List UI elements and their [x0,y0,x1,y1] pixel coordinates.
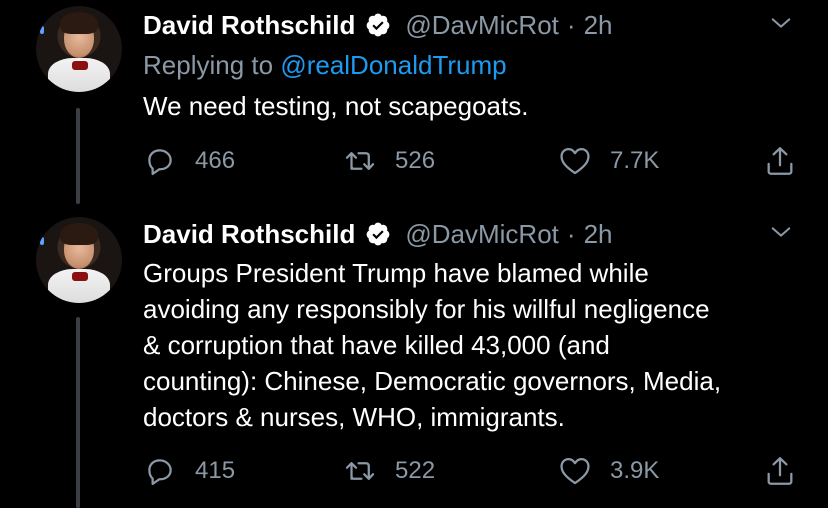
tweet-text: We need testing, not scapegoats. [143,88,793,124]
retweet-button[interactable]: 526 [343,141,435,181]
share-icon [767,457,793,485]
author-handle[interactable]: @DavMicRot [405,10,559,40]
reply-button[interactable]: 415 [143,451,235,491]
action-bar: 466 526 7.7K [143,141,803,181]
like-button[interactable]: 3.9K [558,451,659,491]
tweet[interactable]: David Rothschild @DavMicRot · 2h Replyin… [0,0,828,204]
avatar[interactable] [36,217,122,303]
like-button[interactable]: 7.7K [558,141,659,181]
share-button[interactable] [763,451,797,491]
action-bar: 415 522 3.9K [143,451,803,491]
author-name[interactable]: David Rothschild [143,219,355,249]
replying-prefix: Replying to [143,50,281,80]
avatar[interactable] [36,6,122,92]
tweet-header: David Rothschild @DavMicRot · 2h [143,10,612,40]
chevron-down-icon[interactable] [770,221,792,243]
like-count: 7.7K [610,147,660,174]
timestamp[interactable]: 2h [584,10,613,40]
replying-to: Replying to @realDonaldTrump [143,50,507,80]
tweet-header: David Rothschild @DavMicRot · 2h [143,219,612,249]
reply-count: 415 [195,457,236,484]
tweet-text-line: counting): Chinese, Democratic governors… [143,366,722,396]
retweet-icon [345,152,375,170]
reply-icon [148,149,172,176]
like-count: 3.9K [610,457,660,484]
tweet-text-line: avoiding any responsibly for his willful… [143,294,710,324]
retweet-icon [345,462,375,480]
retweet-count: 526 [395,147,436,174]
reply-button[interactable]: 466 [143,141,235,181]
chevron-down-icon[interactable] [770,12,792,34]
tweet-text-line: doctors & nurses, WHO, immigrants. [143,402,565,432]
reply-icon [148,459,172,486]
separator-dot: · [566,10,576,40]
verified-badge-icon [366,222,390,246]
heart-icon [560,457,590,485]
tweet-text: Groups President Trump have blamed while… [143,255,793,435]
separator-dot: · [566,219,576,249]
retweet-button[interactable]: 522 [343,451,435,491]
reply-count: 466 [195,147,236,174]
tweet-text-line: & corruption that have killed 43,000 (an… [143,330,610,360]
tweet[interactable]: David Rothschild @DavMicRot · 2h Groups … [0,205,828,508]
verified-badge-icon [366,13,390,37]
timestamp[interactable]: 2h [584,219,613,249]
share-icon [767,147,793,175]
heart-icon [560,147,590,175]
thread-line [76,108,80,204]
author-handle[interactable]: @DavMicRot [405,219,559,249]
tweet-text-line: We need testing, not scapegoats. [143,91,529,121]
author-name[interactable]: David Rothschild [143,10,355,40]
thread-line [76,317,80,508]
retweet-count: 522 [395,457,436,484]
mention-link[interactable]: @realDonaldTrump [280,50,506,80]
tweet-text-line: Groups President Trump have blamed while [143,258,649,288]
share-button[interactable] [763,141,797,181]
